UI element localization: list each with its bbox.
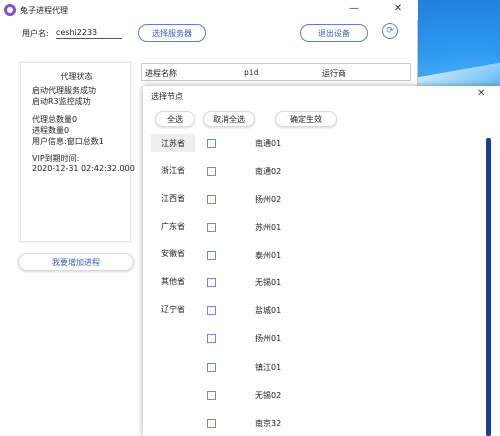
vip-expiry-label: VIP到期时间: — [32, 154, 80, 163]
status-line: 用户信息:窗口总数1 — [32, 137, 104, 146]
node-name: 泰州01 — [255, 251, 282, 260]
node-name: 盐城01 — [255, 306, 282, 315]
node-name: 苏州01 — [255, 223, 282, 232]
province-list: 江苏省 浙江省 江西省 广东省 安徽省 其他省 辽宁省 — [151, 134, 195, 436]
confirm-button[interactable]: 确定生效 — [275, 111, 337, 127]
node-row: 盐城01 — [207, 304, 407, 318]
dialog-title: 选择节点 — [151, 92, 183, 101]
province-item[interactable]: 辽宁省 — [151, 300, 195, 318]
status-line: 启动R3监控成功 — [32, 97, 91, 106]
node-row: 扬州01 — [207, 332, 407, 346]
province-item[interactable]: 广东省 — [151, 217, 195, 235]
close-icon[interactable]: ✕ — [384, 0, 412, 16]
username-label: 用户名: — [22, 29, 49, 38]
status-line: 进程数量0 — [32, 126, 70, 135]
status-line: 代理总数量0 — [32, 115, 78, 124]
node-name: 南通02 — [255, 167, 282, 176]
node-row: 扬州02 — [207, 193, 407, 207]
status-title: 代理状态 — [60, 72, 93, 81]
province-item[interactable]: 江苏省 — [151, 134, 195, 152]
app-logo-icon — [4, 4, 16, 16]
status-line: 启动代理服务成功 — [32, 86, 96, 95]
add-process-button[interactable]: 我要增加进程 — [18, 253, 134, 271]
node-row: 南通02 — [207, 165, 407, 179]
node-row: 南京32 — [207, 417, 407, 431]
province-item[interactable]: 其他省 — [151, 272, 195, 290]
select-node-dialog: 选择节点 ✕ 全选 取消全选 确定生效 江苏省 浙江省 江西省 广东省 安徽省 … — [143, 86, 500, 436]
node-row: 无锡02 — [207, 389, 407, 403]
node-checkbox[interactable] — [207, 139, 216, 148]
vip-expiry-value: 2020-12-31 02:42:32.000 — [32, 164, 135, 173]
process-table-header: 进程名称 pid 运行商 — [141, 63, 411, 81]
node-row: 无锡01 — [207, 276, 407, 290]
scrollbar-thumb[interactable] — [486, 138, 491, 436]
column-process-name[interactable]: 进程名称 — [145, 68, 177, 79]
username-value: ceshi2233 — [56, 28, 122, 39]
node-checkbox[interactable] — [207, 334, 216, 343]
select-server-button[interactable]: 选择服务器 — [138, 24, 206, 42]
deselect-all-button[interactable]: 取消全选 — [203, 111, 255, 127]
node-checkbox[interactable] — [207, 363, 216, 372]
proxy-status-panel: 代理状态 启动代理服务成功 启动R3监控成功 代理总数量0 进程数量0 用户信息… — [20, 62, 135, 242]
node-checkbox[interactable] — [207, 251, 216, 260]
node-checkbox[interactable] — [207, 391, 216, 400]
node-name: 南通01 — [255, 139, 282, 148]
node-checkbox[interactable] — [207, 195, 216, 204]
node-name: 扬州01 — [255, 334, 282, 343]
province-item[interactable]: 浙江省 — [151, 161, 195, 179]
node-name: 无锡02 — [255, 391, 282, 400]
column-carrier[interactable]: 运行商 — [322, 68, 346, 79]
dialog-close-icon[interactable]: ✕ — [477, 88, 485, 99]
province-item[interactable]: 安徽省 — [151, 244, 195, 262]
node-checkbox[interactable] — [207, 306, 216, 315]
node-name: 无锡01 — [255, 278, 282, 287]
node-name: 镇江01 — [255, 363, 282, 372]
logout-button[interactable]: 退出设备 — [300, 24, 368, 42]
node-name: 南京32 — [255, 419, 282, 428]
province-item[interactable]: 江西省 — [151, 189, 195, 207]
node-row: 泰州01 — [207, 249, 407, 263]
node-row: 苏州01 — [207, 221, 407, 235]
node-row: 南通01 — [207, 137, 407, 151]
column-pid[interactable]: pid — [244, 68, 258, 77]
node-checkbox[interactable] — [207, 278, 216, 287]
select-all-button[interactable]: 全选 — [155, 111, 195, 127]
minimize-icon[interactable]: — — [340, 0, 368, 16]
node-name: 扬州02 — [255, 195, 282, 204]
node-checkbox[interactable] — [207, 223, 216, 232]
window-title: 兔子进程代理 — [20, 5, 68, 15]
node-checkbox[interactable] — [207, 419, 216, 428]
refresh-icon[interactable]: ⟳ — [382, 23, 398, 39]
node-row: 镇江01 — [207, 361, 407, 375]
node-checkbox[interactable] — [207, 167, 216, 176]
